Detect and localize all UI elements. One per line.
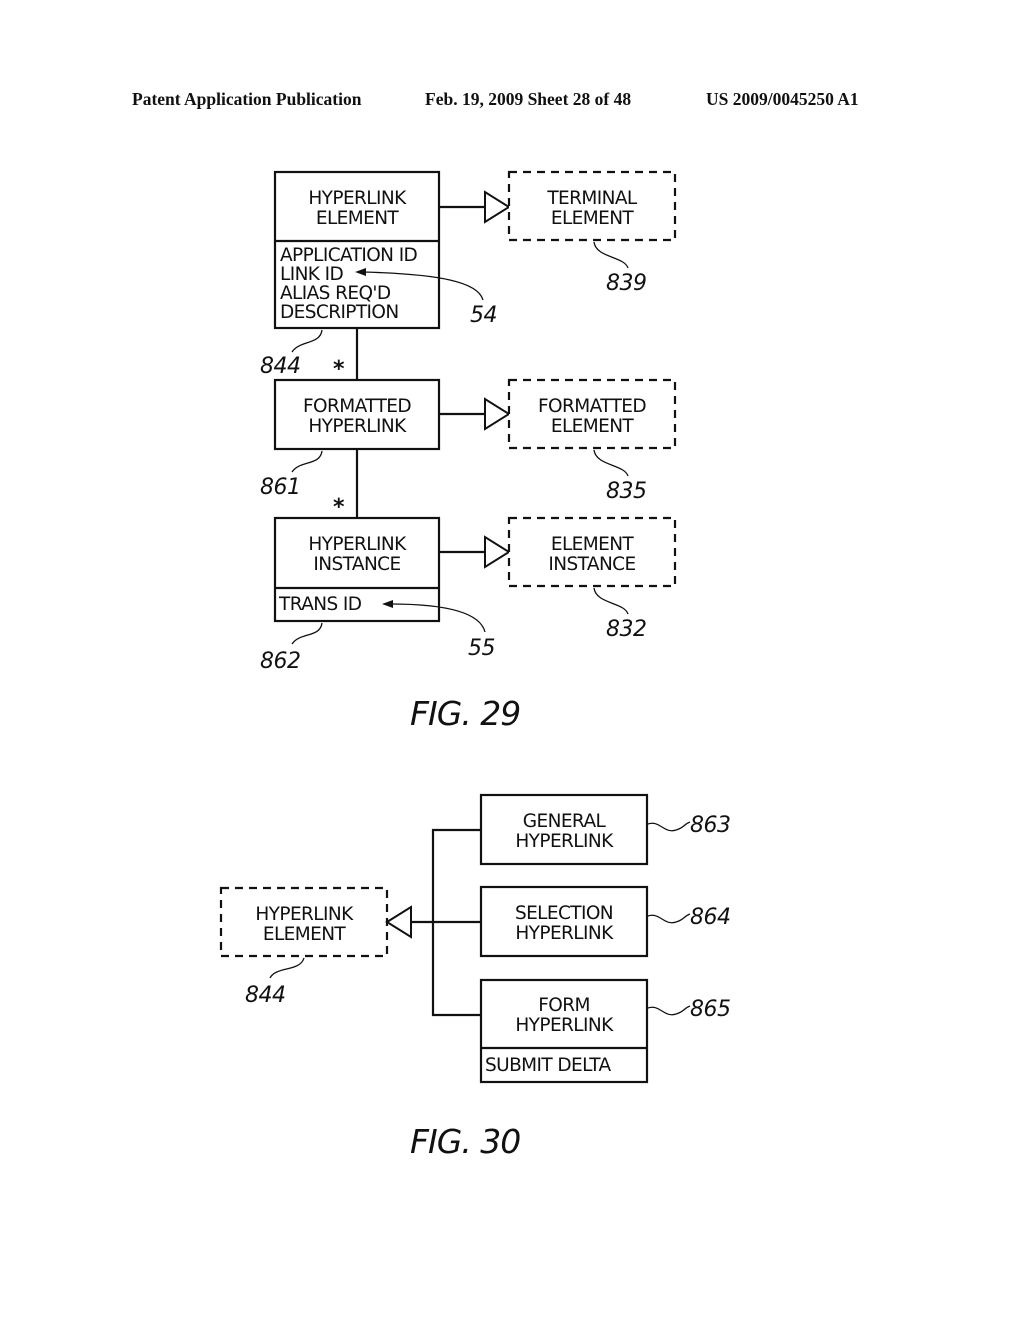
ref-862: 862: [260, 649, 301, 674]
leader-line-862: [291, 622, 323, 645]
attribute-link-id: LINK ID: [280, 264, 343, 285]
inheritance-triangle-icon: [484, 397, 511, 431]
box-title-line: HYPERLINK: [308, 188, 407, 209]
ref-54: 54: [470, 303, 497, 328]
ref-844: 844: [260, 354, 301, 379]
fig30-selection-hyperlink-box: SELECTION HYPERLINK: [479, 885, 649, 958]
ref-864: 864: [690, 905, 731, 930]
box-title-line: ELEMENT: [263, 924, 347, 945]
box-title-line: TERMINAL: [546, 188, 638, 209]
fig29-formatted-element-box: FORMATTED ELEMENT: [507, 378, 677, 450]
inheritance-triangle-icon: [484, 190, 511, 224]
ref-861: 861: [260, 475, 301, 500]
ref-844: 844: [245, 983, 286, 1008]
fig30-hyperlink-element-box: HYPERLINK ELEMENT: [219, 886, 389, 958]
inheritance-triangle-icon: [484, 535, 511, 569]
leader-line-861: [291, 450, 323, 473]
box-title-line: HYPERLINK: [515, 923, 614, 944]
leader-line-863: [647, 821, 691, 832]
leader-line-832: [593, 587, 629, 615]
attribute-alias-reqd: ALIAS REQ'D: [280, 283, 391, 304]
box-title-line: FORMATTED: [303, 396, 411, 417]
inheritance-triangle-icon: [385, 905, 412, 939]
fig29-element-instance-box: ELEMENT INSTANCE: [507, 516, 677, 588]
patent-drawing: HYPERLINK ELEMENT APPLICATION ID LINK ID…: [219, 170, 731, 1161]
ref-835: 835: [606, 479, 647, 504]
fig30-form-hyperlink-box: FORM HYPERLINK SUBMIT DELTA: [479, 978, 649, 1084]
ref-863: 863: [690, 813, 731, 838]
ref-832: 832: [606, 617, 647, 642]
box-title-line: FORM: [538, 995, 590, 1016]
box-title-line: HYPERLINK: [308, 416, 407, 437]
box-title-line: ELEMENT: [551, 416, 635, 437]
fig30: HYPERLINK ELEMENT 844 GENERAL HYPERLINK …: [219, 793, 731, 1161]
figure-caption-29: FIG. 29: [410, 694, 520, 733]
box-title-line: HYPERLINK: [515, 831, 614, 852]
leader-line-844: [269, 957, 305, 979]
multiplicity-star: *: [333, 357, 345, 382]
multiplicity-star: *: [333, 495, 345, 520]
box-title-line: SELECTION: [515, 903, 613, 924]
box-title-line: HYPERLINK: [255, 904, 354, 925]
box-title-line: FORMATTED: [538, 396, 646, 417]
attribute-trans-id: TRANS ID: [278, 594, 362, 615]
attribute-submit-delta: SUBMIT DELTA: [485, 1055, 612, 1076]
fig29-hyperlink-element-box: HYPERLINK ELEMENT APPLICATION ID LINK ID…: [273, 170, 441, 330]
fig29-terminal-element-box: TERMINAL ELEMENT: [507, 170, 677, 242]
attribute-application-id: APPLICATION ID: [280, 245, 418, 266]
leader-line-844: [291, 329, 323, 353]
ref-839: 839: [606, 271, 647, 296]
box-title-line: HYPERLINK: [308, 534, 407, 555]
fig29: HYPERLINK ELEMENT APPLICATION ID LINK ID…: [260, 170, 677, 733]
box-title-line: INSTANCE: [548, 554, 635, 575]
attribute-description: DESCRIPTION: [280, 302, 399, 323]
leader-line-835: [593, 449, 629, 477]
leader-line-839: [593, 241, 629, 269]
box-title-line: HYPERLINK: [515, 1015, 614, 1036]
box-title-line: ELEMENT: [316, 208, 400, 229]
ref-55: 55: [468, 636, 495, 661]
figure-caption-30: FIG. 30: [410, 1122, 520, 1161]
box-title-line: INSTANCE: [313, 554, 400, 575]
fig30-general-hyperlink-box: GENERAL HYPERLINK: [479, 793, 649, 866]
box-title-line: ELEMENT: [551, 208, 635, 229]
leader-line-864: [647, 913, 691, 924]
leader-line-865: [647, 1005, 691, 1016]
ref-865: 865: [690, 997, 731, 1022]
fig29-hyperlink-instance-box: HYPERLINK INSTANCE TRANS ID: [273, 516, 441, 623]
box-title-line: ELEMENT: [551, 534, 635, 555]
fig29-formatted-hyperlink-box: FORMATTED HYPERLINK: [273, 378, 441, 451]
box-title-line: GENERAL: [523, 811, 607, 832]
